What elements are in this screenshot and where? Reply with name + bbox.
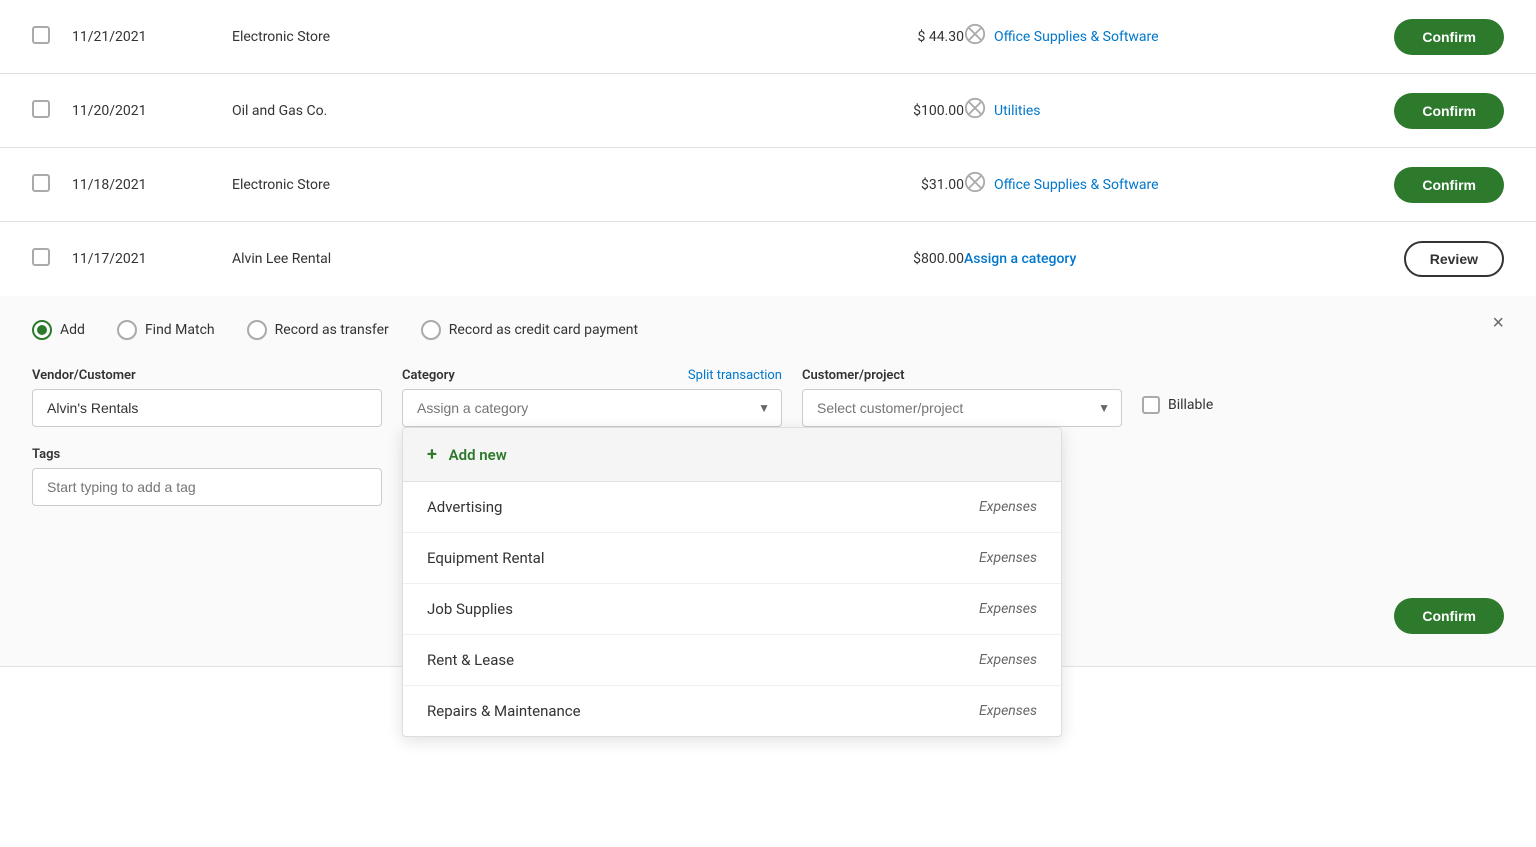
radio-record-cc[interactable]: Record as credit card payment — [421, 320, 638, 340]
radio-circle-add — [32, 320, 52, 340]
row-checkbox[interactable] — [32, 174, 50, 192]
transaction-merchant: Electronic Store — [232, 29, 804, 45]
transaction-merchant: Electronic Store — [232, 177, 804, 193]
category-icon — [964, 97, 986, 124]
customer-label: Customer/project — [802, 368, 1122, 383]
category-select-input[interactable] — [402, 389, 782, 427]
dropdown-item-advertising[interactable]: Advertising Expenses — [403, 482, 1061, 533]
billable-group: Billable — [1142, 368, 1213, 414]
item-type: Expenses — [979, 703, 1037, 719]
customer-select-wrapper: ▼ — [802, 389, 1122, 427]
customer-group: Customer/project ▼ — [802, 368, 1122, 427]
confirm-bottom-button[interactable]: Confirm — [1394, 598, 1504, 634]
category-name-link[interactable]: Office Supplies & Software — [994, 29, 1159, 45]
transaction-amount: $31.00 — [804, 177, 964, 193]
transaction-date: 11/18/2021 — [72, 177, 232, 193]
billable-label: Billable — [1168, 397, 1213, 413]
radio-add-label: Add — [60, 322, 85, 338]
transaction-amount: $800.00 — [804, 251, 964, 267]
radio-circle-find — [117, 320, 137, 340]
radio-circle-transfer — [247, 320, 267, 340]
customer-select-input[interactable] — [802, 389, 1122, 427]
item-type: Expenses — [979, 499, 1037, 515]
plus-icon: + — [427, 444, 437, 465]
action-cell: Review — [1344, 241, 1504, 277]
tags-label: Tags — [32, 447, 382, 462]
confirm-button[interactable]: Confirm — [1394, 19, 1504, 55]
transaction-list: 11/21/2021 Electronic Store $ 44.30 Offi… — [0, 0, 1536, 667]
radio-record-transfer[interactable]: Record as transfer — [247, 320, 389, 340]
transaction-date: 11/21/2021 — [72, 29, 232, 45]
category-icon — [964, 23, 986, 50]
billable-checkbox[interactable] — [1142, 396, 1160, 414]
dropdown-item-repairs[interactable]: Repairs & Maintenance Expenses — [403, 686, 1061, 736]
vendor-input[interactable] — [32, 389, 382, 427]
dropdown-item-equipment-rental[interactable]: Equipment Rental Expenses — [403, 533, 1061, 584]
transaction-amount: $100.00 — [804, 103, 964, 119]
transaction-merchant: Alvin Lee Rental — [232, 251, 804, 267]
category-icon — [964, 171, 986, 198]
category-name-link[interactable]: Office Supplies & Software — [994, 177, 1159, 193]
vendor-group: Vendor/Customer — [32, 368, 382, 427]
transaction-type-group: Add Find Match Record as transfer Record… — [32, 320, 1504, 340]
close-button[interactable]: × — [1492, 312, 1504, 335]
category-dropdown-container: ▼ + Add new — [402, 389, 782, 427]
transaction-row: 11/21/2021 Electronic Store $ 44.30 Offi… — [0, 0, 1536, 74]
radio-find-match[interactable]: Find Match — [117, 320, 215, 340]
category-dropdown-menu: + Add new Advertising Expenses — [402, 427, 1062, 737]
item-type: Expenses — [979, 601, 1037, 617]
dropdown-scrollable: + Add new Advertising Expenses — [403, 428, 1061, 736]
item-label: Advertising — [427, 498, 502, 516]
row-checkbox[interactable] — [32, 100, 50, 118]
category-name-link[interactable]: Utilities — [994, 103, 1041, 119]
radio-transfer-label: Record as transfer — [275, 322, 389, 338]
add-new-label: + Add new — [427, 444, 507, 465]
action-cell: Confirm — [1344, 19, 1504, 55]
radio-cc-label: Record as credit card payment — [449, 322, 638, 338]
transaction-category: Utilities — [964, 97, 1344, 124]
action-cell: Confirm — [1344, 93, 1504, 129]
radio-find-label: Find Match — [145, 322, 215, 338]
confirm-button[interactable]: Confirm — [1394, 167, 1504, 203]
tags-input[interactable] — [32, 468, 382, 506]
category-label: Category — [402, 368, 455, 383]
transaction-row: 11/18/2021 Electronic Store $31.00 Offic… — [0, 148, 1536, 222]
transaction-date: 11/20/2021 — [72, 103, 232, 119]
tags-group: Tags — [32, 447, 382, 506]
split-transaction-link[interactable]: Split transaction — [688, 368, 782, 383]
category-group: Category Split transaction ▼ — [402, 368, 782, 427]
review-button[interactable]: Review — [1404, 241, 1504, 277]
radio-add[interactable]: Add — [32, 320, 85, 340]
action-cell: Confirm — [1344, 167, 1504, 203]
row-checkbox[interactable] — [32, 248, 50, 266]
transaction-date: 11/17/2021 — [72, 251, 232, 267]
radio-dot-add — [37, 325, 47, 335]
transaction-category: Office Supplies & Software — [964, 23, 1344, 50]
radio-circle-cc — [421, 320, 441, 340]
dropdown-item-add-new[interactable]: + Add new — [403, 428, 1061, 482]
item-type: Expenses — [979, 550, 1037, 566]
transaction-category: Office Supplies & Software — [964, 171, 1344, 198]
transaction-row: 11/20/2021 Oil and Gas Co. $100.00 Utili… — [0, 74, 1536, 148]
vendor-label: Vendor/Customer — [32, 368, 382, 383]
transaction-category: Assign a category — [964, 251, 1344, 267]
transaction-amount: $ 44.30 — [804, 29, 964, 45]
expanded-panel: × Add Find Match Record as transfer — [0, 296, 1536, 667]
category-select-wrapper: ▼ — [402, 389, 782, 427]
form-row-main: Vendor/Customer Category Split transacti… — [32, 368, 1504, 427]
item-type: Expenses — [979, 652, 1037, 668]
confirm-button[interactable]: Confirm — [1394, 93, 1504, 129]
dropdown-item-job-supplies[interactable]: Job Supplies Expenses — [403, 584, 1061, 635]
dropdown-item-rent-lease[interactable]: Rent & Lease Expenses — [403, 635, 1061, 686]
transaction-row-expanded: 11/17/2021 Alvin Lee Rental $800.00 Assi… — [0, 222, 1536, 296]
transaction-merchant: Oil and Gas Co. — [232, 103, 804, 119]
item-label: Equipment Rental — [427, 549, 544, 567]
item-label: Repairs & Maintenance — [427, 702, 581, 720]
item-label: Job Supplies — [427, 600, 513, 618]
row-checkbox[interactable] — [32, 26, 50, 44]
assign-category-link[interactable]: Assign a category — [964, 251, 1076, 267]
item-label: Rent & Lease — [427, 651, 514, 669]
